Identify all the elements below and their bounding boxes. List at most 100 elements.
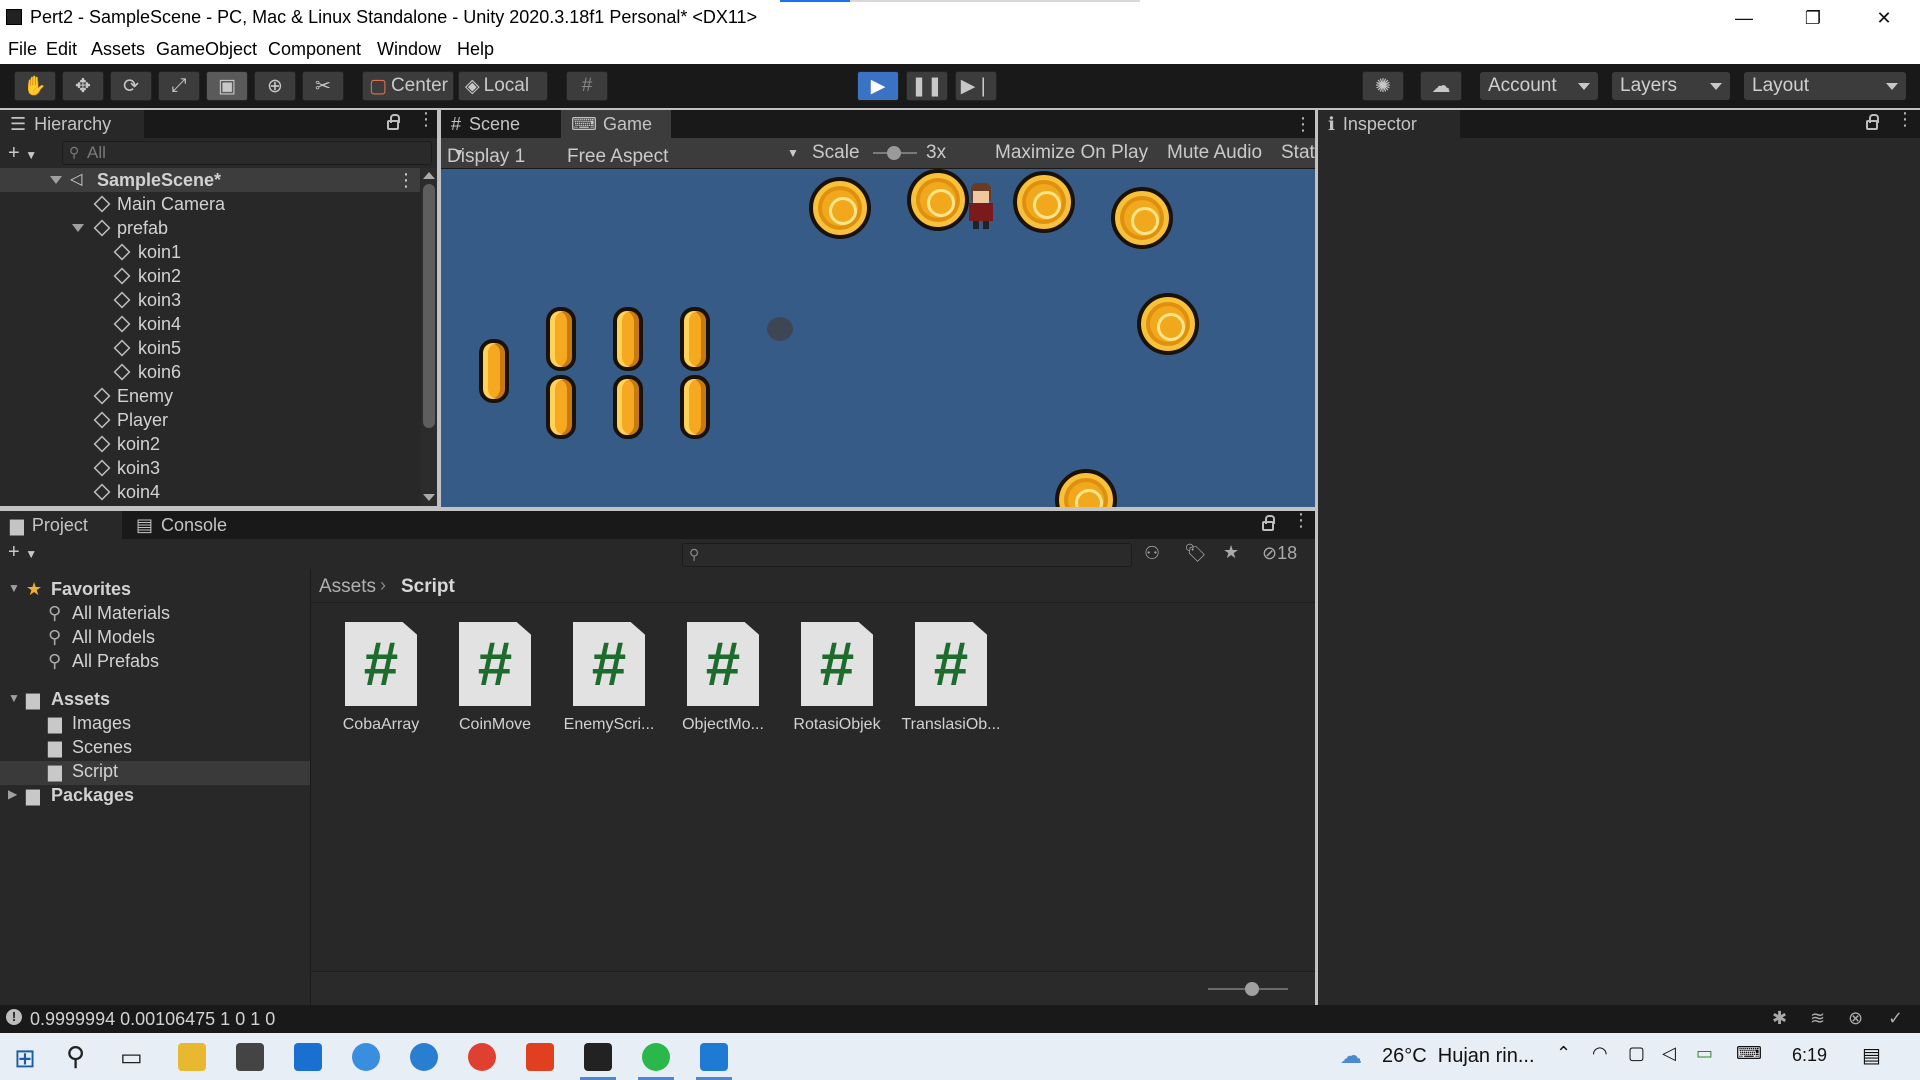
tab-project[interactable]: ▆ Project — [0, 511, 122, 539]
menu-assets[interactable]: Assets — [91, 39, 145, 60]
wifi-icon[interactable]: ◠ — [1592, 1043, 1608, 1064]
more-icon[interactable]: ⋮ — [397, 170, 415, 191]
folder-scenes[interactable]: Scenes — [72, 737, 132, 758]
grid-snap-button[interactable]: # — [566, 71, 608, 101]
lock-icon[interactable] — [1866, 114, 1879, 130]
scale-slider-thumb[interactable] — [887, 146, 901, 160]
transform-tool-button[interactable]: ⊕ — [254, 71, 296, 101]
edge-icon[interactable] — [410, 1043, 438, 1071]
hierarchy-search-input[interactable]: ⚲ All — [62, 141, 432, 165]
layers-dropdown[interactable]: Layers — [1612, 72, 1730, 100]
lock-icon[interactable] — [387, 114, 400, 130]
tab-console[interactable]: ▤ Console — [126, 511, 256, 539]
icon-size-slider-thumb[interactable] — [1245, 982, 1259, 996]
favorite-all-materials[interactable]: All Materials — [72, 603, 170, 624]
game-viewport[interactable] — [441, 169, 1315, 507]
more-icon[interactable]: ⋮ — [1292, 511, 1310, 533]
battery-icon[interactable]: ▭ — [1696, 1043, 1713, 1064]
create-button[interactable]: + ▼ — [8, 142, 37, 165]
menu-edit[interactable]: Edit — [46, 39, 77, 60]
scale-tool-button[interactable]: ⤢ — [158, 71, 200, 101]
packages-folder[interactable]: Packages — [51, 785, 134, 806]
lock-icon[interactable] — [1262, 515, 1275, 531]
menu-window[interactable]: Window — [377, 39, 441, 60]
custom-tool-button[interactable]: ✂ — [302, 71, 344, 101]
menu-gameobject[interactable]: GameObject — [156, 39, 257, 60]
play-button[interactable]: ▶ — [857, 71, 899, 101]
maximize-on-play-toggle[interactable]: Maximize On Play — [995, 142, 1148, 164]
task-view-icon[interactable]: ▭ — [120, 1043, 143, 1072]
more-icon[interactable]: ⋮ — [1294, 114, 1312, 135]
move-tool-button[interactable]: ✥ — [62, 71, 104, 101]
layout-dropdown[interactable]: Layout — [1744, 72, 1906, 100]
camera-icon[interactable]: ▢ — [1628, 1043, 1645, 1064]
list-item[interactable]: Enemy — [0, 384, 420, 408]
search-icon[interactable]: ⚲ — [66, 1041, 85, 1072]
list-item[interactable]: koin6 — [0, 360, 420, 384]
stack-icon[interactable]: ≋ — [1810, 1008, 1825, 1029]
chevron-up-icon[interactable]: ⌃ — [1556, 1043, 1571, 1064]
list-item[interactable]: koin2 — [0, 264, 420, 288]
app-l-icon[interactable] — [294, 1043, 322, 1071]
list-item[interactable]: koin4 — [0, 480, 420, 504]
clock[interactable]: 6:19 — [1792, 1045, 1827, 1066]
step-button[interactable]: ▶❘ — [955, 71, 997, 101]
favorite-all-prefabs[interactable]: All Prefabs — [72, 651, 159, 672]
filter-type-icon[interactable]: ⚇ — [1144, 543, 1160, 564]
list-item[interactable]: Main Camera — [0, 192, 420, 216]
breadcrumb-script[interactable]: Script — [401, 576, 455, 598]
close-button[interactable]: ✕ — [1850, 0, 1918, 36]
hierarchy-scrollbar[interactable] — [421, 168, 437, 506]
label-icon[interactable]: 🏷︎ — [1184, 543, 1207, 564]
splitter[interactable] — [310, 569, 311, 1005]
list-item[interactable]: koin5 — [0, 336, 420, 360]
project-search-input[interactable]: ⚲ — [682, 543, 1132, 567]
windows-start-icon[interactable]: ⊞ — [14, 1043, 36, 1074]
tab-hierarchy[interactable]: ☰ Hierarchy — [0, 110, 144, 138]
tab-inspector[interactable]: ℹ Inspector — [1318, 110, 1460, 138]
chevron-down-icon[interactable]: ▼ — [8, 691, 20, 705]
more-icon[interactable]: ⋮ — [417, 110, 435, 132]
rect-tool-button[interactable]: ▣ — [206, 71, 248, 101]
chevron-down-icon[interactable]: ▼ — [8, 581, 20, 595]
keyboard-icon[interactable]: ⌨ — [1736, 1043, 1762, 1064]
app-blue-icon[interactable] — [352, 1043, 380, 1071]
check-icon[interactable]: ✓ — [1888, 1008, 1903, 1029]
services-button[interactable]: ✺ — [1362, 71, 1404, 101]
hand-tool-button[interactable]: ✋ — [14, 71, 56, 101]
list-item[interactable]: koin2 — [0, 432, 420, 456]
cache-icon[interactable]: ⊗ — [1848, 1008, 1863, 1029]
more-icon[interactable]: ⋮ — [1896, 110, 1914, 132]
cloud-button[interactable]: ☁ — [1420, 71, 1462, 101]
script-asset[interactable]: # CoinMove — [445, 622, 545, 734]
whatsapp-icon[interactable] — [642, 1043, 670, 1071]
favorites-header[interactable]: Favorites — [51, 579, 131, 600]
store-icon[interactable] — [236, 1043, 264, 1071]
chrome-icon[interactable] — [468, 1043, 496, 1071]
stats-toggle[interactable]: Stat — [1281, 142, 1315, 164]
tab-game[interactable]: ⌨ Game — [561, 110, 671, 138]
volume-icon[interactable]: ◁ — [1662, 1043, 1676, 1064]
chevron-right-icon[interactable]: ▶ — [8, 787, 17, 801]
list-item[interactable]: koin3 — [0, 288, 420, 312]
folder-script[interactable]: Script — [72, 761, 118, 782]
script-asset[interactable]: # CobaArray — [331, 622, 431, 734]
chevron-down-icon[interactable] — [423, 494, 435, 501]
unity-icon[interactable] — [584, 1043, 612, 1071]
script-asset[interactable]: # EnemyScri... — [559, 622, 659, 734]
hidden-packages-toggle[interactable]: ⊘18 — [1262, 543, 1297, 564]
console-last-message[interactable]: 0.9999994 0.00106475 1 0 1 0 — [30, 1009, 275, 1030]
list-item[interactable]: Player — [0, 408, 420, 432]
scrollbar-thumb[interactable] — [423, 184, 435, 428]
pivot-local-button[interactable]: ◈ Local — [458, 71, 548, 101]
pivot-center-button[interactable]: ▢ Center — [362, 71, 454, 101]
file-explorer-icon[interactable] — [178, 1043, 206, 1071]
list-item[interactable]: ◁ SampleScene* ⋮ — [0, 168, 420, 192]
tab-scene[interactable]: # Scene — [441, 110, 561, 138]
account-dropdown[interactable]: Account — [1480, 72, 1598, 100]
star-icon[interactable]: ★ — [1223, 542, 1239, 563]
script-asset[interactable]: # TranslasiOb... — [901, 622, 1001, 734]
list-item[interactable]: koin1 — [0, 240, 420, 264]
debug-icon[interactable]: ✱ — [1772, 1008, 1787, 1029]
folder-images[interactable]: Images — [72, 713, 131, 734]
